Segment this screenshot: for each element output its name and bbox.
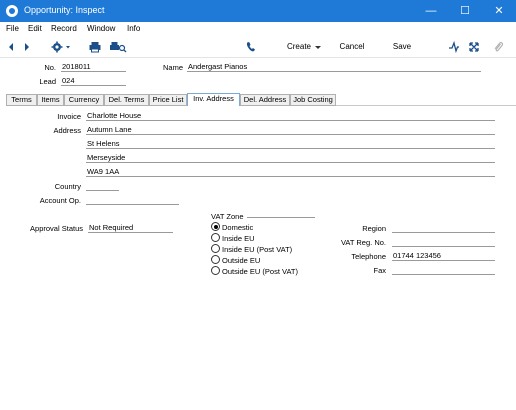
tab-price-list[interactable]: Price List [149,94,187,106]
chevron-down-icon[interactable] [314,40,322,54]
print-preview-icon[interactable] [109,40,127,54]
menu-record[interactable]: Record [51,24,77,33]
vat-reg-no-field[interactable] [392,237,495,247]
invoice-field[interactable]: Charlotte House [86,111,495,121]
cancel-button[interactable]: Cancel [335,40,369,54]
tab-del-address[interactable]: Del. Address [240,94,290,106]
vat-zone-domestic-radio[interactable] [211,222,220,231]
menu-info[interactable]: Info [127,24,140,33]
lead-field[interactable]: 024 [61,76,126,86]
next-record-icon[interactable] [22,40,32,54]
create-button[interactable]: Create [284,40,314,54]
account-op-field[interactable] [86,195,179,205]
app-icon [6,5,18,17]
vat-zone-divider [247,217,315,218]
vat-zone-label: VAT Zone [211,212,244,221]
gear-menu-icon[interactable] [50,40,72,54]
title-bar: Opportunity: Inspect — ☐ ✕ [0,0,516,22]
invoice-label: Invoice [57,112,81,121]
vat-zone-inside-eu-label: Inside EU [222,234,255,243]
fax-label: Fax [373,266,386,275]
no-label: No. [44,63,56,72]
telephone-field[interactable]: 01744 123456 [392,251,495,261]
region-label: Region [362,224,386,233]
minimize-button[interactable]: — [414,0,448,22]
country-label: Country [54,182,81,191]
toolbar: Create Cancel Save [0,36,516,58]
attachment-icon[interactable] [492,40,504,54]
address-line-3[interactable]: Merseyside [86,153,495,163]
window-title: Opportunity: Inspect [24,5,105,15]
country-field[interactable] [86,181,119,191]
tab-items[interactable]: Items [37,94,64,106]
address-line-4[interactable]: WA9 1AA [86,167,495,177]
vat-zone-outside-eu-post-vat-label: Outside EU (Post VAT) [222,267,298,276]
vat-zone-inside-eu-post-vat-label: Inside EU (Post VAT) [222,245,293,254]
expand-icon[interactable] [468,40,480,54]
vat-zone-outside-eu-label: Outside EU [222,256,261,265]
region-field[interactable] [392,223,495,233]
tab-currency[interactable]: Currency [64,94,104,106]
vat-zone-inside-eu-radio[interactable] [211,233,220,242]
name-field[interactable]: Andergast Pianos [187,62,481,72]
menu-edit[interactable]: Edit [28,24,42,33]
save-button[interactable]: Save [388,40,416,54]
previous-record-icon[interactable] [6,40,16,54]
print-icon[interactable] [88,40,102,54]
tab-inv-address[interactable]: Inv. Address [187,93,240,106]
fax-field[interactable] [392,265,495,275]
telephone-label: Telephone [351,252,386,261]
vat-reg-no-label: VAT Reg. No. [340,238,386,247]
name-label: Name [162,63,183,72]
lead-label: Lead [39,77,56,86]
approval-status-field[interactable]: Not Required [88,223,173,233]
tab-del-terms[interactable]: Del. Terms [104,94,149,106]
tab-terms[interactable]: Terms [6,94,37,106]
phone-icon[interactable] [245,40,257,54]
menu-bar: File Edit Record Window Info [0,22,516,36]
maximize-button[interactable]: ☐ [448,0,482,22]
menu-window[interactable]: Window [87,24,115,33]
activity-icon[interactable] [448,40,460,54]
address-label: Address [53,126,81,135]
close-button[interactable]: ✕ [482,0,516,22]
address-line-2[interactable]: St Helens [86,139,495,149]
no-field[interactable]: 2018011 [61,62,126,72]
vat-zone-outside-eu-radio[interactable] [211,255,220,264]
approval-status-label: Approval Status [30,224,83,233]
vat-zone-inside-eu-post-vat-radio[interactable] [211,244,220,253]
tab-job-costing[interactable]: Job Costing [290,94,336,106]
vat-zone-domestic-label: Domestic [222,223,254,232]
address-line-1[interactable]: Autumn Lane [86,125,495,135]
menu-file[interactable]: File [6,24,19,33]
vat-zone-outside-eu-post-vat-radio[interactable] [211,266,220,275]
account-op-label: Account Op. [39,196,81,205]
